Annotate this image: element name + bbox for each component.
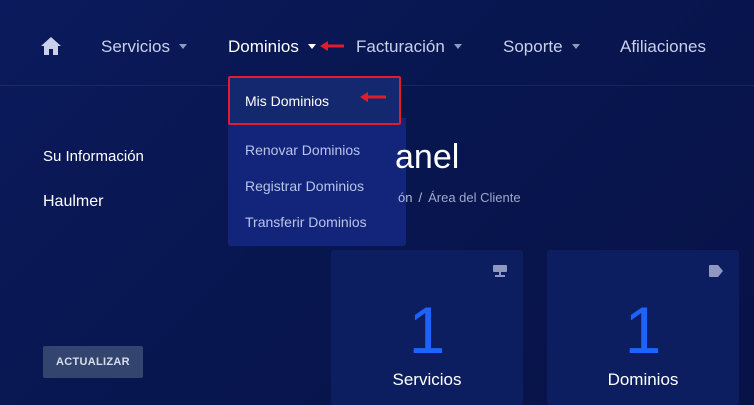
breadcrumb: ón / Área del Cliente [398,190,521,205]
sidebar-title: Su Información [43,148,144,165]
nav-afiliaciones[interactable]: Afiliaciones [620,36,706,58]
nav-facturacion-label: Facturación [356,37,445,56]
sidebar-client-name: Haulmer [43,193,104,210]
menu-item-transferir-dominios[interactable]: Transferir Dominios [245,214,367,230]
update-button[interactable]: ACTUALIZAR [43,346,143,378]
nav-soporte-label: Soporte [503,37,563,56]
tile-dominios[interactable]: 1 Dominios [547,250,739,405]
nav-soporte[interactable]: Soporte [503,36,580,58]
nav-servicios-label: Servicios [101,37,170,56]
menu-item-mis-dominios[interactable]: Mis Dominios [245,93,329,109]
tile-servicios[interactable]: 1 Servicios [331,250,523,405]
top-navigation: Servicios Dominios Facturación Soporte A… [0,0,754,86]
chevron-down-icon [571,44,580,50]
nav-dominios-label: Dominios [228,37,299,56]
menu-item-renovar-dominios[interactable]: Renovar Dominios [245,142,360,158]
nav-afiliaciones-label: Afiliaciones [620,37,706,56]
tile-dominios-count: 1 [624,293,662,367]
tile-servicios-count: 1 [408,293,446,367]
breadcrumb-current: Área del Cliente [428,190,521,205]
annotation-arrow-icon [360,92,386,102]
tag-icon [709,265,723,277]
breadcrumb-separator: / [418,190,423,205]
page-title: anel [395,138,460,176]
nav-facturacion[interactable]: Facturación [356,36,462,58]
chevron-down-icon [453,44,462,50]
chevron-down-icon [178,44,187,50]
chevron-down-icon [307,44,316,50]
server-icon [493,265,507,277]
nav-servicios[interactable]: Servicios [101,36,187,58]
home-icon[interactable] [40,36,62,56]
tile-servicios-label: Servicios [392,370,462,389]
tile-dominios-label: Dominios [607,370,679,389]
nav-dominios[interactable]: Dominios [228,36,316,58]
menu-item-registrar-dominios[interactable]: Registrar Dominios [245,178,364,194]
annotation-arrow-icon [320,41,344,51]
breadcrumb-previous[interactable]: ón [398,190,412,205]
